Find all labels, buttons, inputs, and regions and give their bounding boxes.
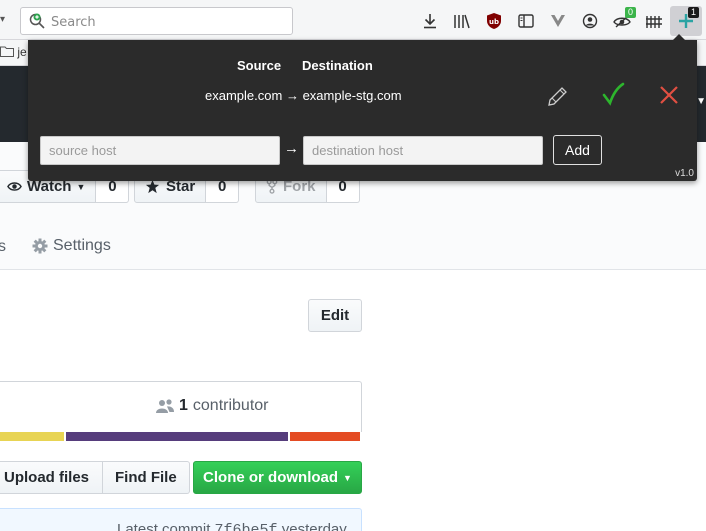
language-segment[interactable]	[63, 432, 288, 441]
gear-icon	[32, 238, 48, 254]
back-dropdown-icon[interactable]: ▾	[0, 14, 10, 28]
clone-caret-icon: ▼	[343, 472, 352, 483]
eye-slash-badge-icon[interactable]: 0	[606, 6, 638, 36]
destination-host-input[interactable]	[303, 136, 543, 165]
clone-label: Clone or download	[203, 469, 339, 486]
commit-time: yesterday	[281, 521, 347, 531]
version-label: v1.0	[675, 168, 694, 179]
star-icon	[145, 179, 160, 194]
extension-badge: 1	[687, 7, 699, 18]
rule-arrow: →	[285, 88, 299, 103]
library-icon[interactable]	[446, 6, 478, 36]
ublock-icon[interactable]: ub	[478, 6, 510, 36]
rule-destination: example-stg.com	[302, 88, 402, 103]
language-segment[interactable]	[287, 432, 360, 441]
latest-commit: Latest commit 7f6be5f yesterday	[117, 521, 347, 531]
language-bar[interactable]	[0, 432, 360, 441]
bookmark-folder[interactable]: je	[0, 45, 27, 59]
watch-caret-icon: ▼	[76, 181, 86, 192]
find-file-button[interactable]: Find File	[103, 461, 190, 494]
folder-icon	[0, 46, 14, 57]
download-icon[interactable]	[414, 6, 446, 36]
search-box[interactable]	[20, 7, 293, 35]
host-rewrite-extension-icon[interactable]: 1	[670, 6, 702, 36]
input-arrow: →	[284, 140, 299, 157]
commit-prefix: Latest commit	[117, 521, 211, 531]
language-segment[interactable]	[0, 432, 64, 441]
source-column-header: Source	[237, 58, 282, 73]
host-rewrite-popup: Source Destination example.com → example…	[28, 40, 697, 181]
bookmark-folder-label: je	[17, 45, 27, 59]
tab-settings[interactable]: Settings	[32, 237, 111, 255]
edit-button[interactable]: Edit	[308, 299, 362, 332]
check-icon[interactable]	[601, 82, 625, 106]
vivaldi-v-icon[interactable]	[542, 6, 574, 36]
rule-source: example.com	[205, 88, 283, 103]
add-rule-button[interactable]: Add	[553, 135, 602, 165]
svg-text:ub: ub	[489, 18, 499, 26]
contributor-count: 1	[179, 397, 188, 414]
contributors-link[interactable]: 1 contributor	[155, 397, 269, 415]
browser-toolbar: ▾ ub 0	[0, 0, 706, 40]
settings-label: Settings	[53, 237, 111, 254]
search-input[interactable]	[51, 13, 281, 31]
people-icon	[156, 399, 174, 413]
delete-x-icon[interactable]	[657, 83, 681, 107]
fork-icon	[266, 179, 278, 194]
upload-files-button[interactable]: Upload files	[0, 461, 104, 494]
clone-download-button[interactable]: Clone or download ▼	[193, 461, 362, 494]
repo-tab-fragment[interactable]: s	[0, 238, 6, 256]
contributor-label: contributor	[192, 397, 269, 414]
green-count-badge: 0	[624, 7, 636, 18]
source-host-input[interactable]	[40, 136, 280, 165]
destination-column-header: Destination	[302, 58, 373, 73]
search-icon	[29, 13, 45, 29]
commit-sha[interactable]: 7f6be5f	[215, 522, 278, 531]
account-icon[interactable]	[574, 6, 606, 36]
fence-icon[interactable]	[638, 6, 670, 36]
header-caret-icon[interactable]: ▼	[696, 96, 706, 107]
eye-icon	[7, 182, 22, 191]
edit-pencil-icon[interactable]	[547, 84, 571, 106]
reader-sidebar-icon[interactable]	[510, 6, 542, 36]
rule-row: example.com → example-stg.com	[205, 88, 402, 103]
file-actions: Upload files Find File	[0, 461, 190, 494]
